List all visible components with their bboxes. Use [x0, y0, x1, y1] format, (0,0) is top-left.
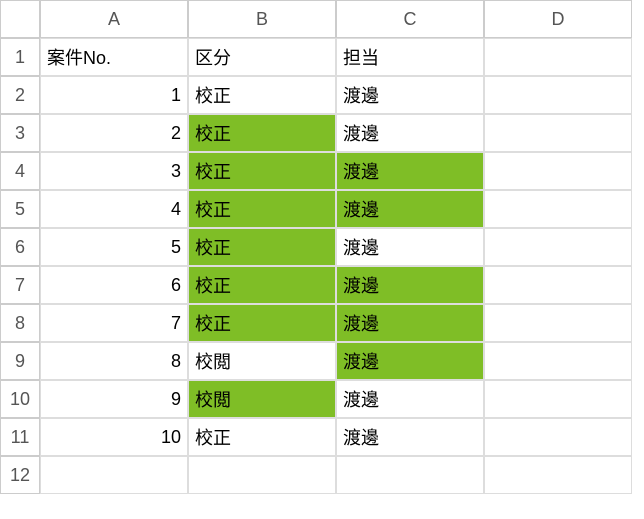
cell-D2[interactable]: [484, 76, 632, 114]
cell-A1[interactable]: 案件No.: [40, 38, 188, 76]
cell-D4[interactable]: [484, 152, 632, 190]
row-header[interactable]: 3: [0, 114, 40, 152]
cell-B8[interactable]: 校正: [188, 304, 336, 342]
cell-B5[interactable]: 校正: [188, 190, 336, 228]
cell-B1[interactable]: 区分: [188, 38, 336, 76]
cell-A6[interactable]: 5: [40, 228, 188, 266]
cell-A4[interactable]: 3: [40, 152, 188, 190]
cell-C11[interactable]: 渡邊: [336, 418, 484, 456]
cell-A5[interactable]: 4: [40, 190, 188, 228]
cell-A7[interactable]: 6: [40, 266, 188, 304]
cell-D9[interactable]: [484, 342, 632, 380]
cell-A10[interactable]: 9: [40, 380, 188, 418]
cell-D6[interactable]: [484, 228, 632, 266]
cell-B10[interactable]: 校閲: [188, 380, 336, 418]
cell-C7[interactable]: 渡邊: [336, 266, 484, 304]
cell-B7[interactable]: 校正: [188, 266, 336, 304]
cell-D3[interactable]: [484, 114, 632, 152]
cell-D8[interactable]: [484, 304, 632, 342]
cell-C2[interactable]: 渡邊: [336, 76, 484, 114]
cell-D7[interactable]: [484, 266, 632, 304]
cell-D12[interactable]: [484, 456, 632, 494]
cell-C10[interactable]: 渡邊: [336, 380, 484, 418]
row-header[interactable]: 2: [0, 76, 40, 114]
column-header-A[interactable]: A: [40, 0, 188, 38]
cell-B4[interactable]: 校正: [188, 152, 336, 190]
cell-A3[interactable]: 2: [40, 114, 188, 152]
cell-C6[interactable]: 渡邊: [336, 228, 484, 266]
cell-B11[interactable]: 校正: [188, 418, 336, 456]
row-header[interactable]: 7: [0, 266, 40, 304]
cell-B9[interactable]: 校閲: [188, 342, 336, 380]
cell-A2[interactable]: 1: [40, 76, 188, 114]
cell-D11[interactable]: [484, 418, 632, 456]
row-header[interactable]: 6: [0, 228, 40, 266]
cell-C4[interactable]: 渡邊: [336, 152, 484, 190]
cell-C5[interactable]: 渡邊: [336, 190, 484, 228]
row-header[interactable]: 1: [0, 38, 40, 76]
cell-C8[interactable]: 渡邊: [336, 304, 484, 342]
cell-B12[interactable]: [188, 456, 336, 494]
row-header[interactable]: 12: [0, 456, 40, 494]
cell-B6[interactable]: 校正: [188, 228, 336, 266]
cell-C1[interactable]: 担当: [336, 38, 484, 76]
cell-D1[interactable]: [484, 38, 632, 76]
row-header[interactable]: 4: [0, 152, 40, 190]
column-header-D[interactable]: D: [484, 0, 632, 38]
cell-B3[interactable]: 校正: [188, 114, 336, 152]
cell-B2[interactable]: 校正: [188, 76, 336, 114]
cell-A11[interactable]: 10: [40, 418, 188, 456]
row-header[interactable]: 5: [0, 190, 40, 228]
cell-A12[interactable]: [40, 456, 188, 494]
cell-C9[interactable]: 渡邊: [336, 342, 484, 380]
cell-C3[interactable]: 渡邊: [336, 114, 484, 152]
cell-C12[interactable]: [336, 456, 484, 494]
cell-A9[interactable]: 8: [40, 342, 188, 380]
cell-D10[interactable]: [484, 380, 632, 418]
row-header[interactable]: 8: [0, 304, 40, 342]
row-header[interactable]: 9: [0, 342, 40, 380]
corner-cell[interactable]: [0, 0, 40, 38]
cell-D5[interactable]: [484, 190, 632, 228]
spreadsheet-grid[interactable]: ABCD1案件No.区分担当21校正渡邊32校正渡邊43校正渡邊54校正渡邊65…: [0, 0, 644, 494]
row-header[interactable]: 11: [0, 418, 40, 456]
cell-A8[interactable]: 7: [40, 304, 188, 342]
column-header-B[interactable]: B: [188, 0, 336, 38]
row-header[interactable]: 10: [0, 380, 40, 418]
column-header-C[interactable]: C: [336, 0, 484, 38]
